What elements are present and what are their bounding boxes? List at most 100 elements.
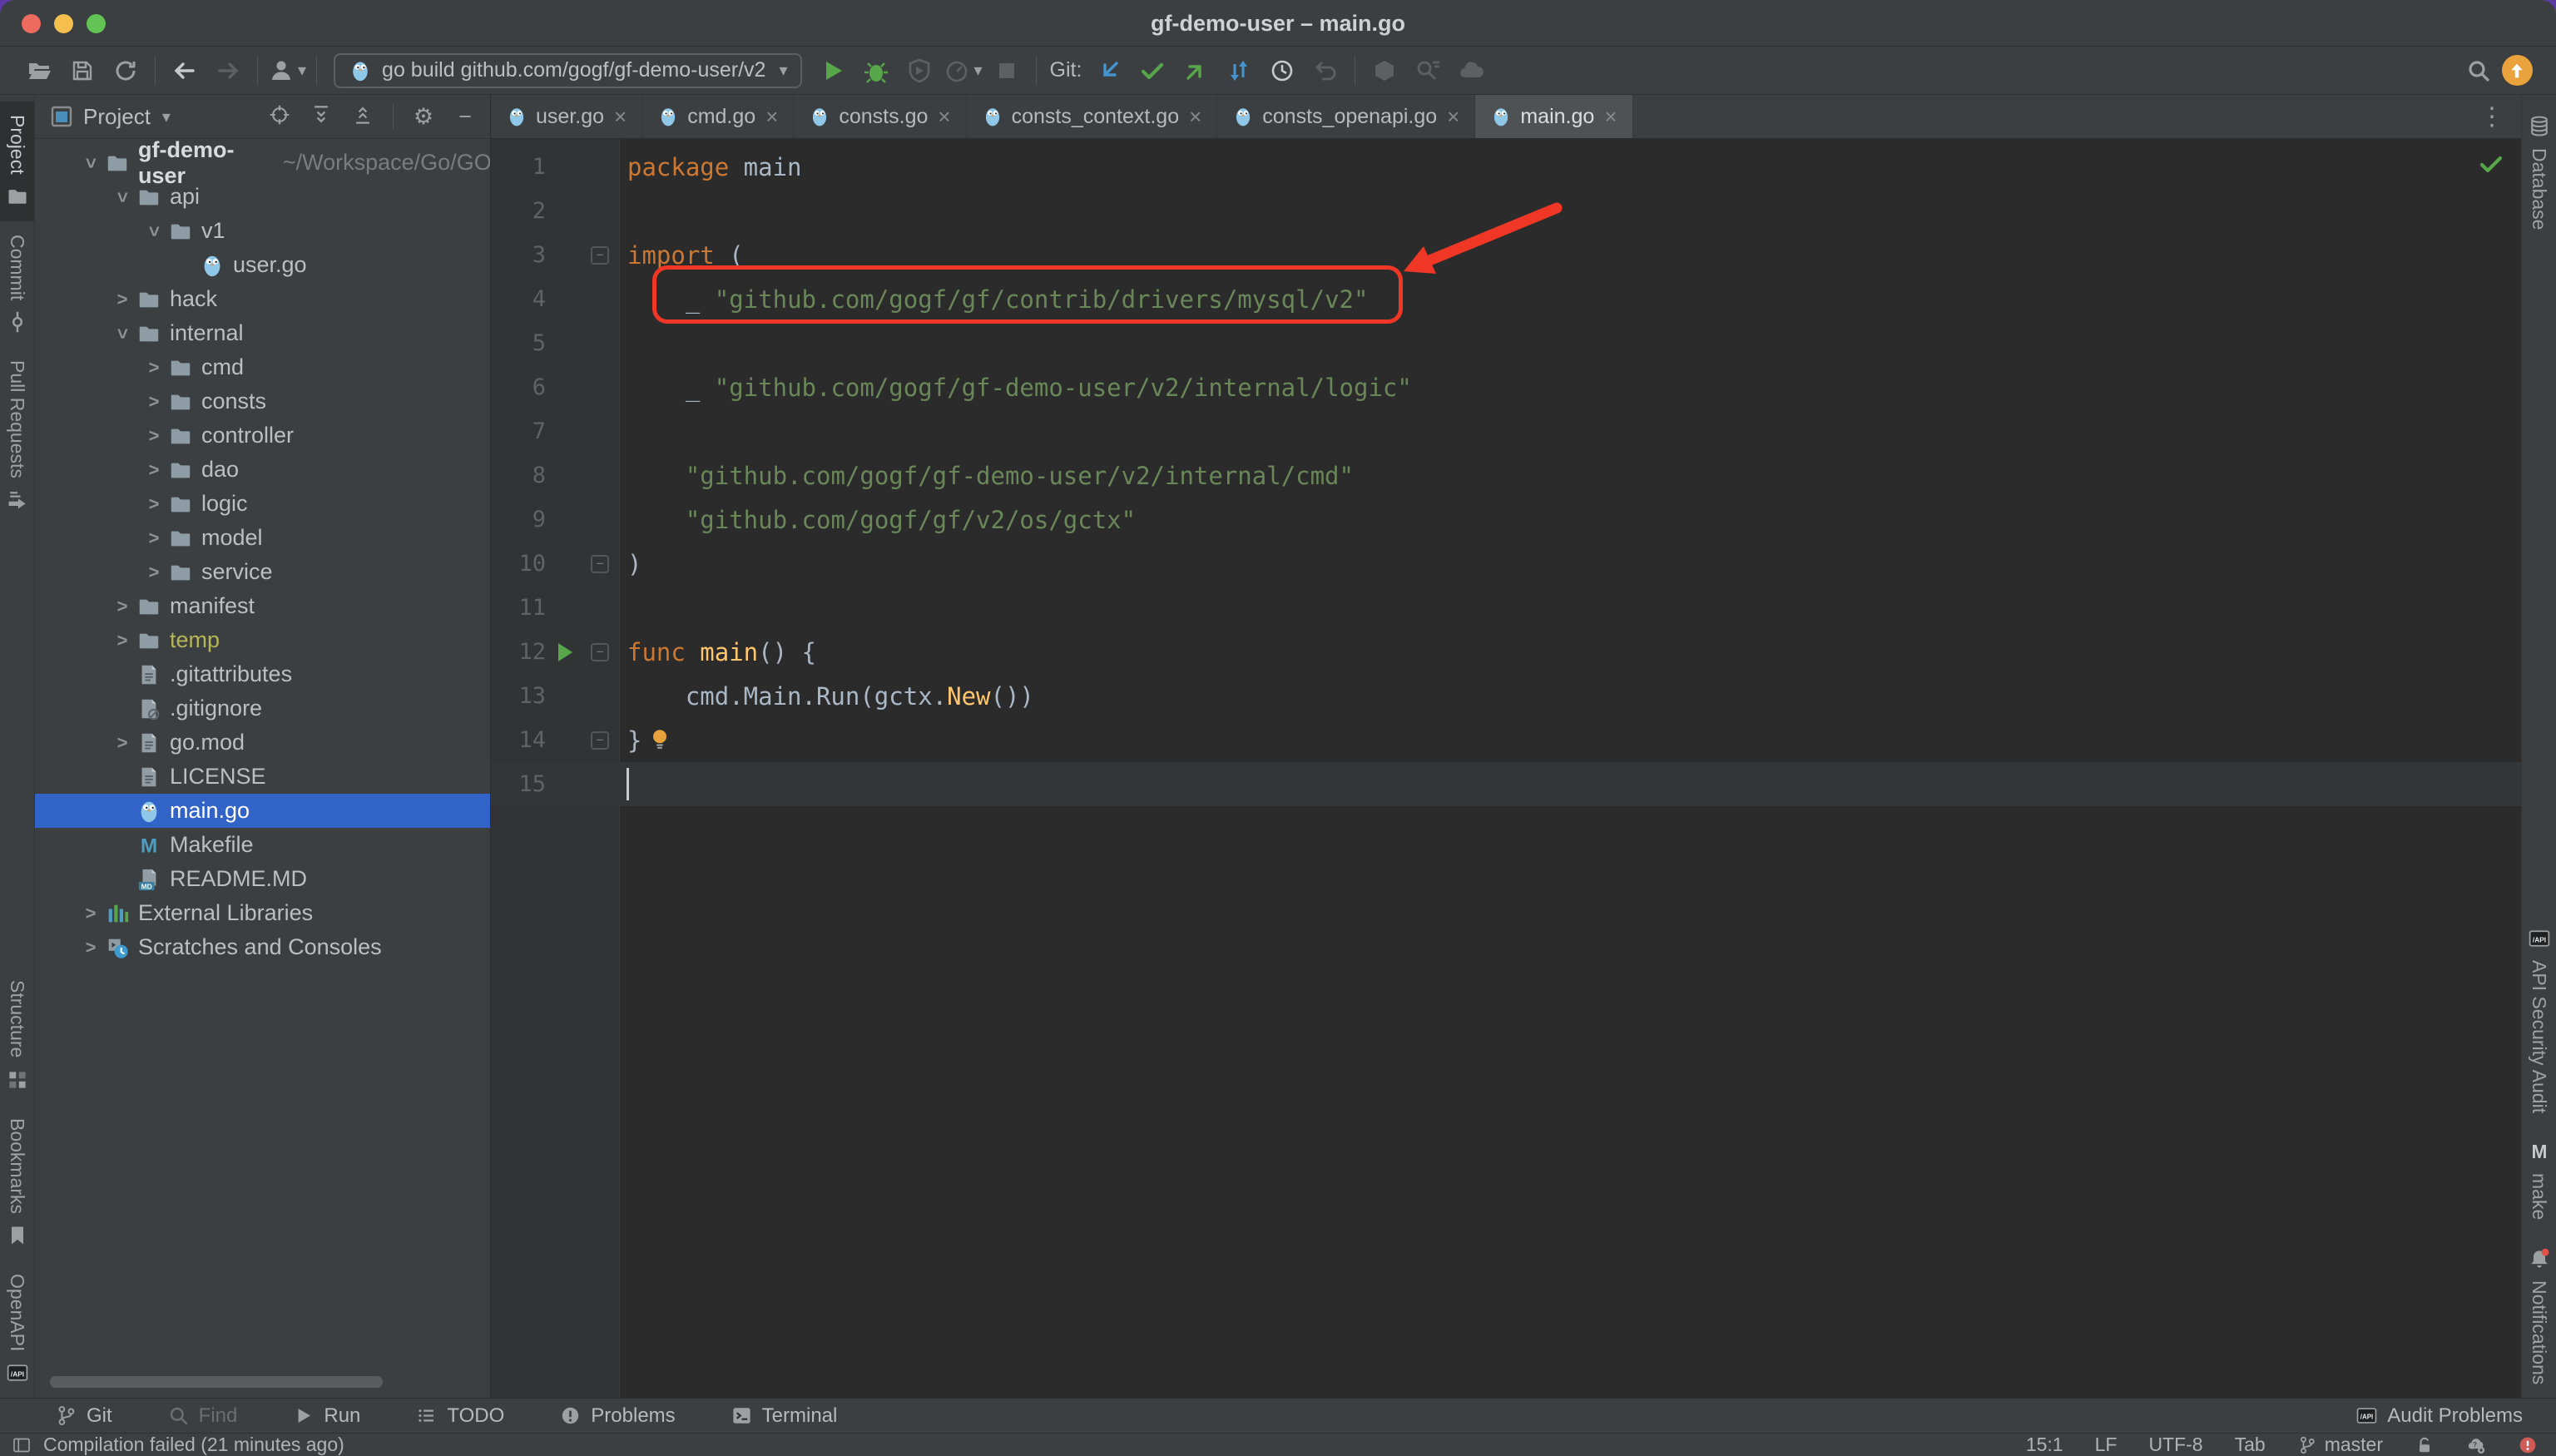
tree-item-logic[interactable]: >logic [35,487,490,521]
chevron-closed-icon[interactable]: > [108,732,136,754]
intention-bulb-icon[interactable] [647,726,672,751]
tool-window-button-run[interactable]: Run [292,1404,360,1428]
file-encoding[interactable]: UTF-8 [2148,1434,2202,1456]
tool-window-button-audit-problems[interactable]: /APIAudit Problems [2355,1404,2523,1428]
chevron-closed-icon[interactable]: > [140,562,168,583]
tree-item-service[interactable]: >service [35,555,490,589]
tree-item-dao[interactable]: >dao [35,453,490,487]
tab-main-go[interactable]: main.go× [1475,95,1632,138]
tree-item-internal[interactable]: >internal [35,316,490,350]
fold-marker-icon[interactable]: − [591,555,609,573]
close-tab-icon[interactable]: × [1604,104,1617,130]
tab-user-go[interactable]: user.go× [491,95,642,138]
tabs-more-icon[interactable]: ⋮ [2463,102,2521,131]
tree-item-readme-md[interactable]: MDREADME.MD [35,862,490,896]
fold-marker-icon[interactable]: − [591,731,609,750]
fatal-error-indicator[interactable] [2518,1435,2538,1455]
tool-window-button-find[interactable]: Find [167,1404,238,1428]
tool-window-button-terminal[interactable]: Terminal [731,1404,838,1428]
zoom-window-button[interactable] [87,14,106,33]
sync-status[interactable]: ? [2466,1435,2486,1455]
tree-item-gf-demo-user[interactable]: >gf-demo-user~/Workspace/Go/GOP [35,146,490,180]
tool-window-button-problems[interactable]: Problems [559,1404,675,1428]
tool-stripe-item-database[interactable]: Database [2522,102,2556,243]
close-tab-icon[interactable]: × [938,104,950,130]
profiler-button[interactable]: ▾ [944,52,982,90]
git-compare-button[interactable] [1220,52,1258,90]
chevron-closed-icon[interactable]: > [108,289,136,310]
tree-item-go-mod[interactable]: >go.mod [35,726,490,760]
tool-stripe-item-openapi[interactable]: OpenAPI/API [0,1260,34,1398]
settings-button[interactable]: ⚙ [412,105,435,128]
search-everywhere-button[interactable] [2459,52,2498,90]
chevron-closed-icon[interactable]: > [140,357,168,379]
tree-item-user-go[interactable]: user.go [35,248,490,282]
tree-item-manifest[interactable]: >manifest [35,589,490,623]
tool-window-button-git[interactable]: Git [55,1404,112,1428]
close-tab-icon[interactable]: × [1189,104,1201,130]
hide-panel-button[interactable]: − [453,105,477,128]
chevron-closed-icon[interactable]: > [140,493,168,515]
locate-file-button[interactable] [268,103,291,131]
tree-item-external-libraries[interactable]: >External Libraries [35,896,490,930]
coverage-button[interactable] [900,52,939,90]
fold-marker-icon[interactable]: − [591,643,609,661]
back-button[interactable] [166,52,204,90]
profile-button[interactable]: ▾ [268,52,306,90]
chevron-open-icon[interactable]: > [80,149,102,177]
close-tab-icon[interactable]: × [1447,104,1459,130]
horizontal-scrollbar-thumb[interactable] [50,1376,383,1388]
tool-stripe-item-structure[interactable]: Structure [0,967,34,1104]
chevron-closed-icon[interactable]: > [140,527,168,549]
line-separator[interactable]: LF [2095,1434,2118,1456]
chevron-closed-icon[interactable]: > [140,391,168,413]
tool-stripe-item-bookmarks[interactable]: Bookmarks [0,1105,34,1260]
panel-title[interactable]: Project [83,104,151,130]
tree-item-cmd[interactable]: >cmd [35,350,490,384]
tree-item-controller[interactable]: >controller [35,418,490,453]
close-tab-icon[interactable]: × [765,104,778,130]
sync-button[interactable] [106,52,145,90]
chevron-closed-icon[interactable]: > [140,425,168,447]
tree-item-v1[interactable]: >v1 [35,214,490,248]
ide-update-button[interactable] [2498,52,2536,90]
code-editor[interactable]: 1package main23−import (4 _ "github.com/… [491,139,2521,1398]
git-commit-button[interactable] [1133,52,1172,90]
titlebar[interactable]: gf-demo-user – main.go [0,0,2556,47]
tree-item-model[interactable]: >model [35,521,490,555]
tool-stripe-item-notifications[interactable]: Notifications [2522,1234,2556,1398]
inspections-ok-check-icon[interactable] [2478,151,2504,177]
cloud-sync-button[interactable] [1452,52,1490,90]
run-button[interactable] [814,52,852,90]
collapse-all-button[interactable] [351,103,374,131]
tree-item-gitignore[interactable]: .gitignore [35,691,490,726]
git-branch[interactable]: master [2297,1434,2383,1456]
fold-marker-icon[interactable]: − [591,246,609,265]
rollback-button[interactable] [1306,52,1345,90]
tool-stripe-item-project[interactable]: Project [0,102,34,221]
lock[interactable] [2415,1435,2435,1455]
git-push-button[interactable] [1176,52,1215,90]
open-button[interactable] [20,52,58,90]
chevron-open-icon[interactable]: > [143,217,165,245]
chevron-open-icon[interactable]: > [111,183,133,211]
save-all-button[interactable] [63,52,102,90]
tool-stripe-item-make[interactable]: Mmake [2522,1127,2556,1233]
tree-item-consts[interactable]: >consts [35,384,490,418]
tab-cmd-go[interactable]: cmd.go× [642,95,794,138]
tool-stripe-item-pull-requests[interactable]: Pull Requests [0,347,34,525]
run-line-icon[interactable] [558,643,572,661]
tool-window-toggle-icon[interactable] [12,1435,32,1455]
caret-position[interactable]: 15:1 [2026,1434,2063,1456]
chevron-closed-icon[interactable]: > [108,630,136,651]
tree-item-hack[interactable]: >hack [35,282,490,316]
chevron-down-icon[interactable]: ▾ [162,106,171,127]
chevron-closed-icon[interactable]: > [108,596,136,617]
find-usages-button[interactable] [1409,52,1447,90]
minimize-window-button[interactable] [54,14,73,33]
tool-stripe-item-api-security-audit[interactable]: /APIAPI Security Audit [2522,914,2556,1127]
tree-item-makefile[interactable]: MMakefile [35,828,490,862]
chevron-open-icon[interactable]: > [111,319,133,348]
tree-item-gitattributes[interactable]: .gitattributes [35,657,490,691]
close-window-button[interactable] [22,14,41,33]
